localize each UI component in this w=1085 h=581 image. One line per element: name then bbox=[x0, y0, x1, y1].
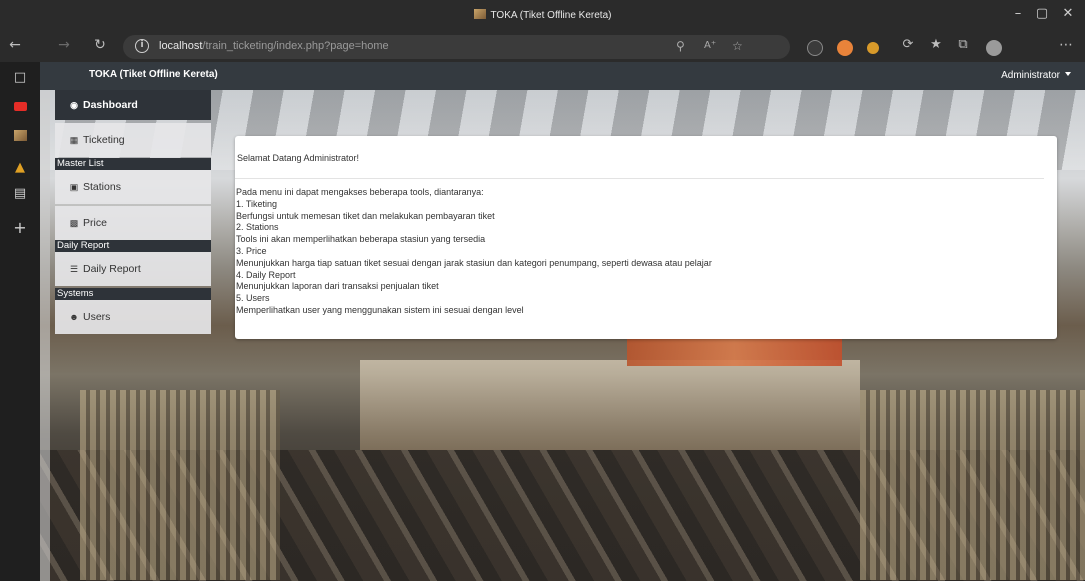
welcome-description: Pada menu ini dapat mengakses beberapa t… bbox=[235, 187, 712, 317]
desc-line: Pada menu ini dapat mengakses beberapa t… bbox=[236, 187, 484, 197]
ticket-icon: ▦ bbox=[69, 135, 79, 145]
menu-price-label: Price bbox=[83, 217, 107, 229]
section-systems: Systems bbox=[55, 288, 211, 300]
window-title: TOKA (Tiket Offline Kereta) bbox=[0, 9, 1085, 21]
extension-icon[interactable] bbox=[807, 40, 823, 56]
info-icon[interactable]: i bbox=[135, 39, 149, 53]
back-icon[interactable]: ← bbox=[5, 37, 25, 53]
badge-icon[interactable] bbox=[867, 42, 879, 54]
menu-ticketing-label: Ticketing bbox=[83, 134, 125, 146]
desc-line: 3. Price bbox=[236, 245, 267, 256]
favorites-icon[interactable]: ★ bbox=[926, 37, 946, 52]
key-icon[interactable]: ⚲ bbox=[676, 39, 685, 53]
desc-line: Berfungsi untuk memesan tiket dan melaku… bbox=[236, 210, 495, 221]
browser-toolbar: ← → ↻ i localhost/train_ticketing/index.… bbox=[0, 32, 1085, 62]
card-divider bbox=[235, 178, 1044, 179]
window-titlebar: TOKA (Tiket Offline Kereta) – ▢ ✕ bbox=[0, 0, 1085, 32]
menu-price[interactable]: ▩ Price bbox=[55, 206, 211, 240]
list-icon: ☰ bbox=[69, 264, 79, 274]
caret-down-icon bbox=[1065, 72, 1071, 76]
user-name: Administrator bbox=[1001, 70, 1060, 81]
add-icon[interactable]: + bbox=[11, 218, 29, 237]
refresh-icon[interactable]: ↻ bbox=[90, 37, 110, 53]
dashboard-icon: ◉ bbox=[70, 100, 78, 110]
desc-line: Memperlihatkan user yang menggunakan sis… bbox=[236, 304, 524, 315]
stations-icon: ▣ bbox=[69, 182, 79, 192]
desc-line: 2. Stations bbox=[236, 222, 279, 233]
url-host: localhost bbox=[159, 40, 203, 52]
menu-stations-label: Stations bbox=[83, 181, 121, 193]
tab-actions-icon[interactable]: □ bbox=[11, 70, 29, 88]
window-title-text: TOKA (Tiket Offline Kereta) bbox=[490, 10, 612, 21]
price-icon: ▩ bbox=[69, 218, 79, 228]
favorite-add-icon[interactable]: ☆ bbox=[732, 39, 743, 53]
welcome-greeting: Selamat Datang Administrator! bbox=[237, 153, 360, 163]
menu-daily-report[interactable]: ☰ Daily Report bbox=[55, 252, 211, 286]
desc-line: 5. Users bbox=[236, 293, 270, 304]
privacy-icon[interactable] bbox=[837, 40, 853, 56]
users-icon: ☻ bbox=[69, 312, 79, 322]
menu-users[interactable]: ☻ Users bbox=[55, 300, 211, 334]
browser-sidebar: □ ▲ ▤ + bbox=[0, 62, 40, 581]
close-window-button[interactable]: ✕ bbox=[1060, 6, 1076, 21]
menu-ticketing[interactable]: ▦ Ticketing bbox=[55, 123, 211, 157]
maximize-button[interactable]: ▢ bbox=[1034, 6, 1050, 21]
section-daily-report: Daily Report bbox=[55, 240, 211, 252]
app-favicon-icon bbox=[473, 9, 486, 19]
user-dropdown[interactable]: Administrator bbox=[1001, 70, 1071, 81]
desc-line: Menunjukkan harga tiap satuan tiket sesu… bbox=[236, 257, 712, 268]
profile-icon[interactable] bbox=[986, 40, 1002, 56]
minimize-button[interactable]: – bbox=[1010, 6, 1026, 21]
desc-line: Menunjukkan laporan dari transaksi penju… bbox=[236, 281, 439, 292]
menu-stations[interactable]: ▣ Stations bbox=[55, 170, 211, 204]
menu-daily-report-label: Daily Report bbox=[83, 263, 141, 275]
menu-dashboard-label: Dashboard bbox=[83, 99, 138, 111]
welcome-card: Selamat Datang Administrator! Pada menu … bbox=[235, 136, 1057, 339]
youtube-icon[interactable] bbox=[11, 100, 29, 118]
sync-icon[interactable]: ⟳ bbox=[898, 37, 918, 52]
brand-title[interactable]: TOKA (Tiket Offline Kereta) bbox=[89, 69, 218, 80]
desc-line: 4. Daily Report bbox=[236, 269, 296, 280]
menu-dashboard[interactable]: ◉ Dashboard bbox=[55, 90, 211, 120]
url-path: /train_ticketing/index.php?page=home bbox=[202, 40, 389, 52]
forward-icon[interactable]: → bbox=[54, 37, 74, 53]
top-navbar: TOKA (Tiket Offline Kereta) Administrato… bbox=[40, 62, 1085, 90]
bg-pillar bbox=[40, 90, 50, 581]
more-icon[interactable]: ⋯ bbox=[1056, 37, 1076, 53]
web-page: TOKA (Tiket Offline Kereta) Administrato… bbox=[40, 62, 1085, 581]
url-text[interactable]: localhost/train_ticketing/index.php?page… bbox=[159, 40, 389, 52]
app-tab-icon[interactable] bbox=[11, 130, 29, 148]
bg-shop bbox=[360, 360, 860, 450]
read-aloud-icon[interactable]: A⁺ bbox=[704, 40, 716, 51]
section-master-list: Master List bbox=[55, 158, 211, 170]
address-bar[interactable]: i localhost/train_ticketing/index.php?pa… bbox=[123, 35, 790, 59]
notes-icon[interactable]: ▤ bbox=[11, 186, 29, 204]
bg-rail-left bbox=[80, 390, 280, 580]
menu-users-label: Users bbox=[83, 311, 111, 323]
bg-rail-right bbox=[860, 390, 1085, 580]
desc-line: Tools ini akan memperlihatkan beberapa s… bbox=[236, 234, 486, 245]
desc-line: 1. Tiketing bbox=[236, 198, 278, 209]
warning-app-icon[interactable]: ▲ bbox=[11, 160, 29, 178]
collections-icon[interactable]: ⧉ bbox=[953, 37, 973, 52]
